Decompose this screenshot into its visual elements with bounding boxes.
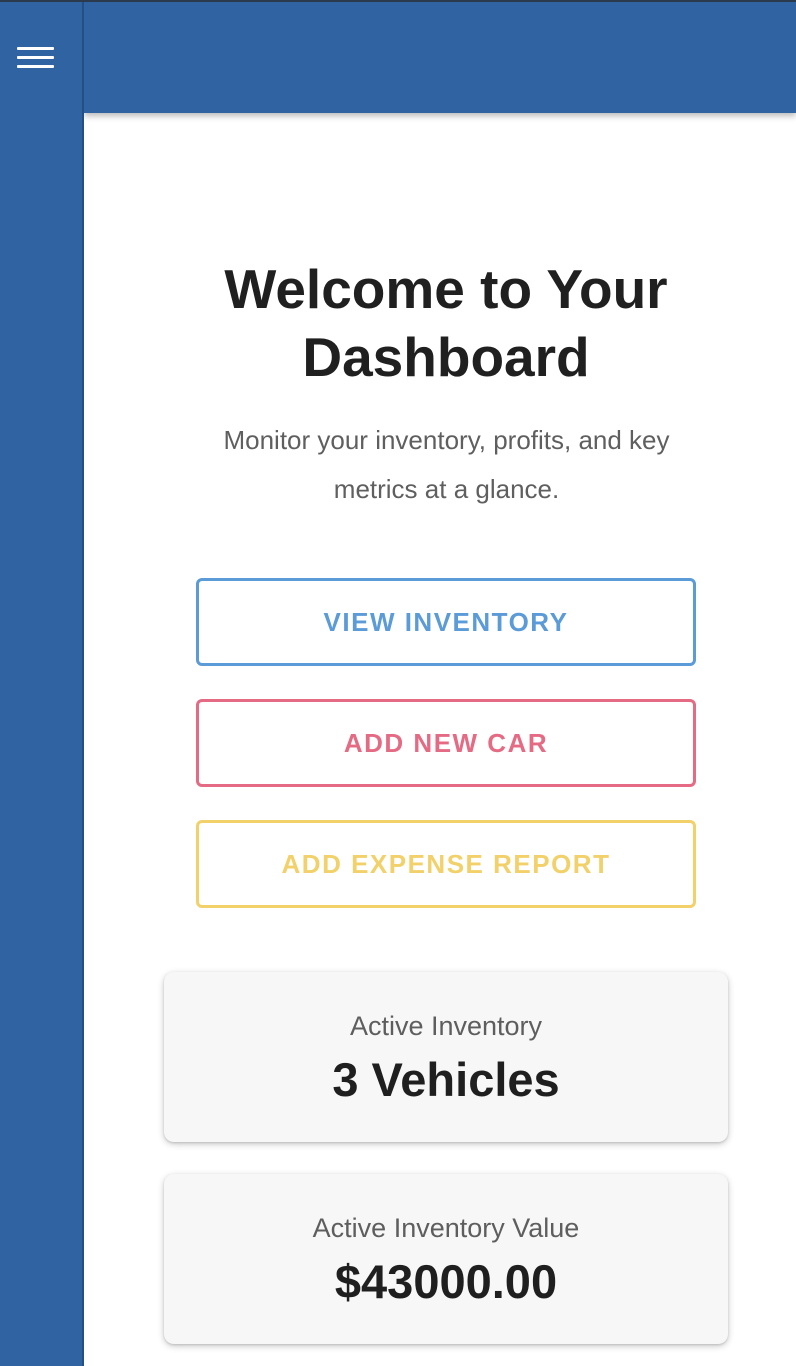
page-title: Welcome to Your Dashboard [224, 258, 668, 388]
page-subtitle: Monitor your inventory, profits, and key… [223, 425, 670, 504]
active-inventory-card: Active Inventory 3 Vehicles [164, 972, 728, 1142]
top-app-bar [84, 0, 796, 113]
window-top-border [0, 0, 796, 2]
hamburger-menu-icon[interactable] [17, 44, 54, 72]
menu-bar-line [17, 56, 54, 59]
menu-bar-line [17, 47, 54, 50]
dashboard-main: Welcome to Your Dashboard Monitor your i… [84, 113, 796, 1366]
add-new-car-button[interactable]: ADD NEW CAR [196, 699, 696, 787]
active-inventory-value-card: Active Inventory Value $43000.00 [164, 1174, 728, 1344]
active-inventory-value-label: Active Inventory Value [312, 1213, 580, 1243]
active-inventory-value: 3 Vehicles [332, 1053, 560, 1106]
active-inventory-label: Active Inventory [349, 1011, 543, 1041]
menu-bar-line [17, 65, 54, 68]
view-inventory-button[interactable]: VIEW INVENTORY [196, 578, 696, 666]
add-expense-report-button[interactable]: ADD EXPENSE REPORT [196, 820, 696, 908]
active-inventory-value-amount: $43000.00 [334, 1255, 558, 1308]
sidebar [0, 0, 84, 1366]
